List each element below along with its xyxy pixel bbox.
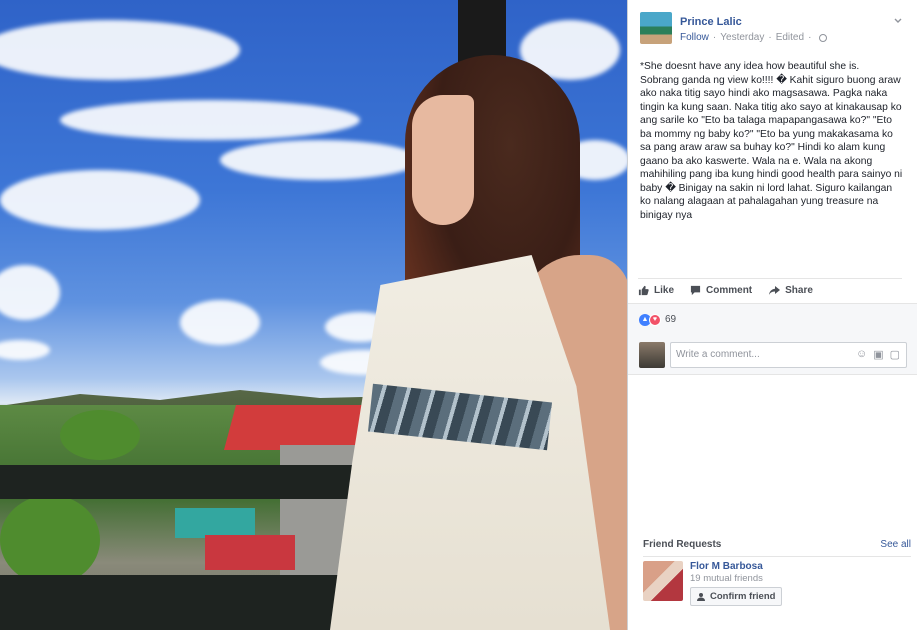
cloud: [0, 265, 60, 320]
post-photo[interactable]: [0, 0, 627, 630]
post-time[interactable]: Yesterday: [720, 31, 764, 45]
cloud: [60, 100, 360, 140]
teal-roof: [175, 508, 255, 538]
sticker-icon[interactable]: ▢: [890, 348, 900, 361]
commenter-avatar: [639, 341, 665, 368]
post-meta: Follow · Yesterday · Edited ·: [680, 31, 828, 45]
balcony-rail: [0, 575, 360, 630]
confirm-friend-button[interactable]: Confirm friend: [690, 587, 783, 606]
red-roof: [205, 535, 295, 570]
comment-icon: [690, 285, 701, 296]
reaction-count[interactable]: 69: [665, 314, 676, 325]
friend-name[interactable]: Flor M Barbosa: [690, 561, 782, 573]
friend-request-item: Flor M Barbosa 19 mutual friends Confirm…: [643, 556, 911, 607]
post-caption: *She doesnt have any idea how beautiful …: [640, 61, 903, 221]
share-icon: [769, 286, 781, 295]
post-actions: Like Comment Share: [638, 278, 902, 296]
love-reaction-icon: ♥: [649, 313, 661, 326]
person-face: [412, 95, 474, 225]
comment-button[interactable]: Comment: [690, 285, 752, 296]
confirm-label: Confirm friend: [710, 591, 776, 602]
author-meta: Prince Lalic Follow · Yesterday · Edited…: [680, 12, 828, 45]
cloud: [0, 340, 50, 360]
reactions-bar[interactable]: ▲ ♥ 69: [628, 303, 917, 335]
comment-composer: ☺ ▣ ▢: [628, 335, 917, 375]
balcony-rail: [0, 465, 360, 499]
tree: [0, 495, 100, 585]
like-button[interactable]: Like: [638, 285, 674, 296]
share-button[interactable]: Share: [768, 285, 813, 296]
add-friend-icon: [697, 592, 705, 601]
share-label: Share: [785, 285, 813, 296]
separator: ·: [768, 32, 772, 43]
separator: ·: [808, 32, 812, 43]
post-side-panel: Prince Lalic Follow · Yesterday · Edited…: [627, 0, 917, 630]
cloud: [0, 170, 200, 230]
separator: ·: [712, 32, 717, 43]
follow-link[interactable]: Follow: [680, 31, 709, 45]
like-label: Like: [654, 285, 675, 296]
cloud: [220, 140, 420, 180]
friend-requests-header: Friend Requests See all: [643, 539, 911, 550]
see-all-link[interactable]: See all: [880, 539, 911, 550]
comment-tools: ☺ ▣ ▢: [856, 348, 900, 361]
tree: [60, 410, 140, 460]
cloud: [180, 300, 260, 345]
friend-requests-title: Friend Requests: [643, 539, 722, 550]
chevron-down-icon[interactable]: [893, 16, 903, 26]
post-author: Prince Lalic Follow · Yesterday · Edited…: [640, 12, 828, 45]
comment-input[interactable]: [676, 349, 856, 360]
cloud: [0, 20, 240, 80]
thumbs-up-icon: [638, 285, 649, 296]
mutual-friends[interactable]: 19 mutual friends: [690, 573, 782, 585]
friend-avatar[interactable]: [643, 561, 683, 601]
friend-info: Flor M Barbosa 19 mutual friends Confirm…: [690, 561, 783, 607]
comment-box[interactable]: ☺ ▣ ▢: [670, 341, 907, 368]
author-avatar[interactable]: [640, 12, 672, 44]
edited-label[interactable]: Edited: [776, 31, 804, 45]
camera-icon[interactable]: ▣: [873, 348, 883, 361]
red-roof: [223, 405, 377, 450]
globe-icon[interactable]: [819, 34, 828, 42]
author-name[interactable]: Prince Lalic: [680, 12, 827, 29]
emoji-icon[interactable]: ☺: [856, 348, 867, 361]
comment-label: Comment: [706, 285, 753, 296]
